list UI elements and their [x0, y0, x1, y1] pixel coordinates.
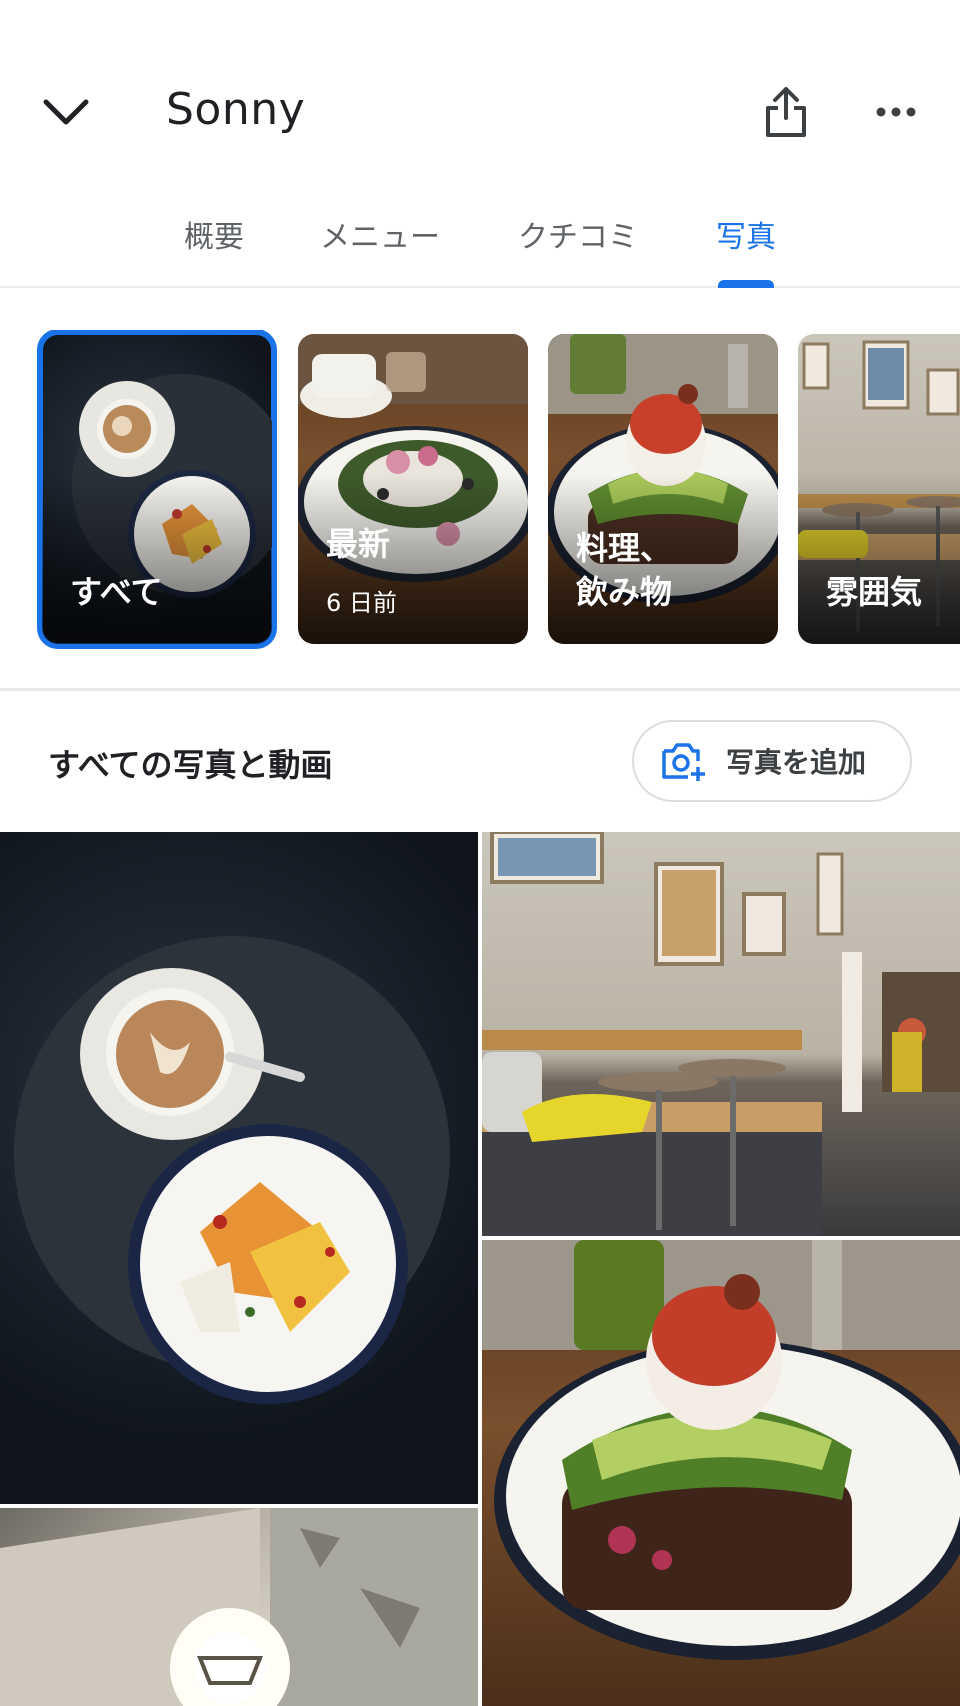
- category-label: 料理、 飲み物: [576, 529, 673, 611]
- category-date: 6 日前: [326, 589, 397, 617]
- category-food-drink[interactable]: 料理、 飲み物: [548, 334, 778, 644]
- category-label: 最新: [326, 525, 391, 563]
- photo-tile-coffee-salad[interactable]: [0, 832, 478, 1504]
- photo-tile-interior[interactable]: [482, 832, 960, 1236]
- tab-photos[interactable]: 写真: [716, 212, 776, 288]
- add-photo-button[interactable]: 写真を追加: [632, 720, 912, 802]
- collapse-button[interactable]: [36, 82, 96, 142]
- photo-tile-avocado-toast[interactable]: [482, 1240, 960, 1706]
- category-all[interactable]: すべて: [37, 330, 277, 649]
- photo-tile-ceiling-lamp[interactable]: [0, 1508, 478, 1706]
- add-photo-camera-icon: [662, 743, 705, 781]
- tab-bar: 概要 メニュー クチコミ 写真: [0, 200, 960, 288]
- top-bar: Sonny: [0, 0, 960, 180]
- more-options-button[interactable]: [864, 80, 928, 144]
- tab-menu[interactable]: メニュー: [320, 212, 440, 288]
- active-tab-indicator: [718, 280, 774, 288]
- chevron-down-icon: [43, 99, 89, 125]
- more-horizontal-icon: [876, 107, 916, 117]
- all-photos-heading: すべての写真と動画: [48, 746, 333, 784]
- photo-category-carousel[interactable]: すべて 最新 6 日前 料理、 飲み物 雰囲気: [0, 330, 960, 650]
- share-button[interactable]: [756, 80, 816, 144]
- category-latest[interactable]: 最新 6 日前: [298, 334, 528, 644]
- place-title: Sonny: [166, 84, 306, 135]
- tab-overview[interactable]: 概要: [184, 212, 244, 288]
- section-divider: [0, 688, 960, 691]
- add-photo-label: 写真を追加: [726, 746, 867, 779]
- tab-reviews[interactable]: クチコミ: [518, 212, 638, 288]
- category-label: 雰囲気: [826, 573, 923, 611]
- category-atmosphere[interactable]: 雰囲気: [798, 334, 960, 644]
- category-label: すべて: [70, 573, 163, 611]
- share-icon: [766, 87, 806, 137]
